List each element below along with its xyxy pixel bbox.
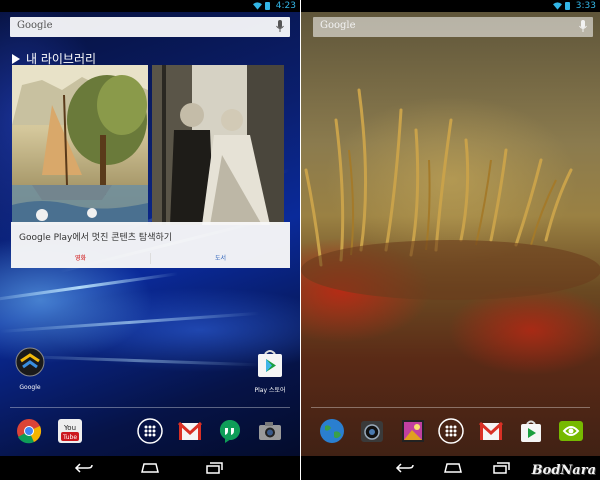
dock-divider <box>10 407 290 408</box>
play-store-icon <box>258 350 282 377</box>
wifi-icon <box>553 2 562 10</box>
youtube-icon[interactable]: You Tube <box>57 418 83 444</box>
google-folder-icon <box>15 347 45 377</box>
globe-icon[interactable] <box>319 418 345 444</box>
promo-actions: 영화 도서 <box>11 249 290 268</box>
hangouts-icon[interactable] <box>217 418 243 444</box>
google-search-label: Google <box>320 20 356 31</box>
wifi-icon <box>253 2 262 10</box>
promo-text: Google Play에서 멋진 콘텐츠 탐색하기 <box>19 233 173 243</box>
book-cover-ship[interactable] <box>12 65 148 225</box>
gmail-icon[interactable] <box>177 418 203 444</box>
wallpaper-moss <box>301 0 600 480</box>
battery-icon <box>265 2 270 10</box>
gallery-icon[interactable] <box>400 418 426 444</box>
chrome-icon[interactable] <box>16 418 42 444</box>
books-button[interactable]: 도서 <box>151 249 290 268</box>
favorites-dock <box>301 418 600 444</box>
mic-icon[interactable] <box>579 20 587 33</box>
nvidia-icon[interactable] <box>558 418 584 444</box>
home-icon[interactable] <box>140 462 160 474</box>
right-home-screen: 3:33 Google BodNara <box>301 0 600 480</box>
camera-icon[interactable] <box>257 418 283 444</box>
status-bar: 4:23 <box>0 0 300 12</box>
back-icon[interactable] <box>74 462 94 474</box>
app-drawer-icon[interactable] <box>438 418 464 444</box>
home-icon[interactable] <box>443 462 463 474</box>
mic-icon[interactable] <box>276 20 284 33</box>
play-store-shortcut[interactable]: Play 스토어 <box>252 348 288 394</box>
camera-lens-icon[interactable] <box>359 418 385 444</box>
dock-divider <box>311 407 590 408</box>
recent-apps-icon[interactable] <box>491 462 511 474</box>
google-shortcut-label: Google <box>19 384 41 391</box>
recent-apps-icon[interactable] <box>204 462 224 474</box>
svg-text:You: You <box>63 424 76 432</box>
book-cover-couple[interactable] <box>152 65 284 225</box>
play-store-icon[interactable] <box>518 418 544 444</box>
play-store-label: Play 스토어 <box>254 387 286 394</box>
app-drawer-icon[interactable] <box>137 418 163 444</box>
google-app-shortcut[interactable]: Google <box>14 347 46 391</box>
play-arrow-icon <box>12 53 20 64</box>
google-search-label: Google <box>17 20 53 31</box>
google-search-bar[interactable]: Google <box>313 17 593 37</box>
battery-icon <box>565 2 570 10</box>
watermark: BodNara <box>531 463 596 478</box>
back-icon[interactable] <box>395 462 415 474</box>
google-search-bar[interactable]: Google <box>10 17 290 37</box>
movies-button[interactable]: 영화 <box>11 249 150 268</box>
navigation-bar <box>0 456 300 480</box>
play-promo-card: Google Play에서 멋진 콘텐츠 탐색하기 영화 도서 <box>11 222 290 268</box>
favorites-dock: You Tube <box>0 418 300 444</box>
left-home-screen: 4:23 Google 내 라이브러리 Google Play에서 멋진 콘텐츠… <box>0 0 300 480</box>
status-bar: 3:33 <box>301 0 600 12</box>
svg-text:Tube: Tube <box>62 434 77 441</box>
gmail-icon[interactable] <box>478 418 504 444</box>
status-time: 4:23 <box>275 1 296 11</box>
status-time: 3:33 <box>575 1 596 11</box>
